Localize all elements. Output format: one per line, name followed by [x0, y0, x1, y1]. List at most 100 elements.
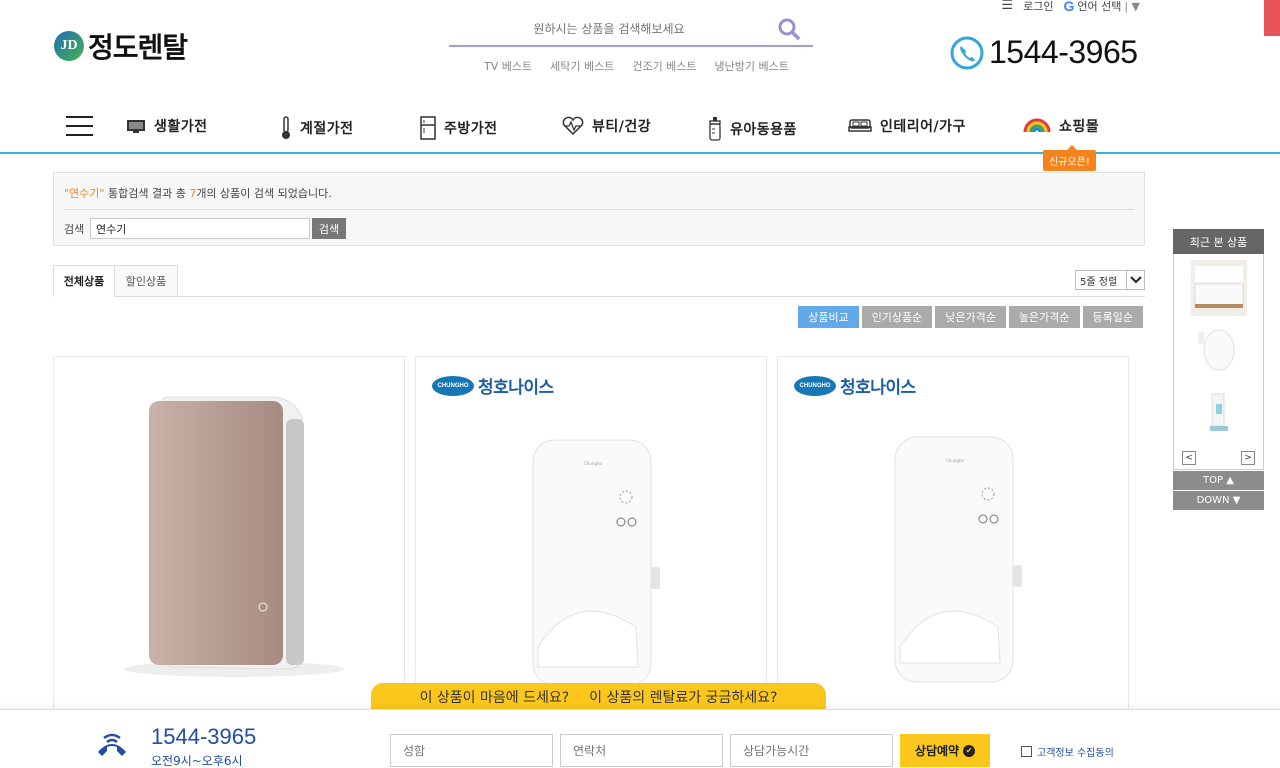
consult-toggle-tab[interactable]: 이 상품이 마음에 드세요? 이 상품의 렌탈료가 궁금하세요?: [371, 683, 826, 711]
sort-date-button[interactable]: 등록일순: [1082, 306, 1143, 328]
language-label: 언어 선택: [1077, 0, 1122, 13]
nav-item-living[interactable]: 생활가전: [126, 116, 208, 136]
tab-discount[interactable]: 할인상품: [114, 265, 178, 297]
sort-low-price-button[interactable]: 낮은가격순: [935, 306, 1006, 328]
compare-button[interactable]: 상품비교: [798, 306, 859, 328]
recent-thumb-purifier[interactable]: [1200, 390, 1240, 440]
product-tabs: 전체상품 할인상품 5줄 정렬: [53, 265, 1145, 297]
product-card[interactable]: CHUNGHO 청호나이스 Chungho: [777, 356, 1129, 716]
main-nav: 생활가전 계절가전 주방가전 뷰티/건강 유아동용품 인테리어/가구 쇼핑몰: [0, 106, 1280, 154]
quick-link[interactable]: 건조기 베스트: [632, 58, 696, 74]
chevron-down-icon: | ▼: [1124, 0, 1140, 13]
tv-icon: [127, 120, 145, 133]
logo-mark: JD: [54, 31, 84, 61]
menu-icon[interactable]: ☰: [1001, 0, 1013, 12]
nav-item-label: 쇼핑몰: [1059, 119, 1100, 135]
research-label: 검색: [64, 223, 85, 236]
bed-icon: [848, 119, 872, 132]
recent-next-button[interactable]: >: [1241, 451, 1255, 465]
available-time-field[interactable]: [730, 734, 893, 767]
product-card[interactable]: CHUNGHO 청호나이스 Chungho: [415, 356, 767, 716]
recent-thumb-bidet[interactable]: [1194, 324, 1244, 374]
recently-viewed-panel: 최근 본 상품 < > TOP ▲ DOWN ▼: [1173, 229, 1264, 510]
nav-item-label: 뷰티/건강: [592, 119, 652, 135]
site-logo[interactable]: JD 정도렌탈: [54, 26, 188, 66]
chevron-down-icon: [1126, 271, 1144, 289]
header-phone: 1544-3965: [949, 34, 1138, 71]
product-image[interactable]: Chungho: [778, 357, 1128, 697]
sort-high-price-button[interactable]: 높은가격순: [1008, 306, 1080, 328]
nav-item-label: 주방가전: [444, 121, 498, 137]
nav-item-label: 계절가전: [300, 121, 354, 137]
nav-item-seasonal[interactable]: 계절가전: [280, 116, 354, 140]
side-banner-strip[interactable]: [1264, 0, 1280, 36]
header-phone-number: 1544-3965: [989, 34, 1138, 70]
consult-submit-button[interactable]: 상담예약 ✔: [900, 734, 990, 767]
nav-item-shop[interactable]: 쇼핑몰: [1023, 116, 1099, 136]
nav-item-interior[interactable]: 인테리어/가구: [848, 116, 966, 136]
consult-question-2: 이 상품의 렌탈료가 궁금하세요?: [589, 690, 778, 706]
scroll-top-button[interactable]: TOP ▲: [1173, 470, 1264, 490]
hamburger-icon[interactable]: [66, 116, 93, 136]
nav-item-label: 생활가전: [154, 119, 208, 135]
telephone-icon: [98, 733, 126, 756]
quick-links: TV 베스트 세탁기 베스트 건조기 베스트 냉난방기 베스트: [484, 58, 789, 74]
consult-submit-label: 상담예약: [914, 744, 960, 758]
privacy-agree-label: 고객정보 수집동의: [1037, 748, 1114, 759]
consult-phone-number: 1544-3965: [151, 724, 257, 749]
divider: [64, 209, 1134, 210]
google-icon: G: [1063, 0, 1075, 14]
svg-text:Chungho: Chungho: [584, 461, 602, 466]
recently-viewed-title: 최근 본 상품: [1173, 229, 1264, 254]
recent-prev-button[interactable]: <: [1182, 451, 1196, 465]
fridge-icon: [420, 116, 436, 140]
phone-icon: [950, 36, 984, 69]
login-link[interactable]: 로그인: [1023, 0, 1053, 14]
quick-link[interactable]: 세탁기 베스트: [550, 58, 614, 74]
product-image[interactable]: [54, 357, 404, 697]
product-image[interactable]: Chungho: [416, 357, 766, 697]
rainbow-icon: [1023, 118, 1051, 133]
contact-field[interactable]: [560, 734, 723, 767]
row-layout-value: 5줄 정렬: [1080, 276, 1118, 288]
scroll-down-button[interactable]: DOWN ▼: [1173, 490, 1264, 510]
search-input[interactable]: [449, 14, 769, 44]
privacy-agree[interactable]: 고객정보 수집동의: [1021, 744, 1114, 759]
research-input[interactable]: [90, 218, 310, 239]
quick-link[interactable]: 냉난방기 베스트: [715, 58, 789, 74]
result-text: 통합검색 결과 총: [104, 187, 190, 200]
language-selector[interactable]: G 언어 선택 | ▼: [1063, 0, 1140, 14]
result-message: "연수기" 통합검색 결과 총 7개의 상품이 검색 되었습니다.: [64, 185, 332, 201]
nav-item-beauty[interactable]: 뷰티/건강: [562, 116, 651, 136]
sort-popular-button[interactable]: 인기상품순: [861, 306, 933, 328]
tab-all[interactable]: 전체상품: [53, 265, 115, 297]
consult-hours: 오전9시~오후6시: [151, 754, 243, 768]
name-field[interactable]: [390, 734, 553, 767]
quick-link[interactable]: TV 베스트: [484, 58, 532, 74]
search-bar: [449, 14, 813, 47]
recent-thumb-bed[interactable]: [1191, 260, 1247, 316]
search-result-box: "연수기" 통합검색 결과 총 7개의 상품이 검색 되었습니다. 검색 검색: [53, 172, 1145, 246]
svg-text:Chungho: Chungho: [946, 458, 964, 463]
consult-question-1: 이 상품이 마음에 드세요?: [419, 690, 570, 706]
check-circle-icon: ✔: [963, 744, 976, 757]
search-icon[interactable]: [777, 17, 801, 41]
heartbeat-icon: [562, 116, 584, 136]
sort-buttons: 상품비교 인기상품순 낮은가격순 높은가격순 등록일순: [798, 306, 1143, 328]
new-badge: 신규오픈!: [1043, 145, 1096, 171]
research-button[interactable]: 검색: [312, 218, 346, 239]
privacy-checkbox[interactable]: [1021, 746, 1032, 757]
nav-item-baby[interactable]: 유아동용품: [708, 116, 797, 142]
thermometer-icon: [282, 116, 290, 139]
baby-bottle-icon: [709, 117, 721, 141]
utility-bar: ☰ 로그인 G 언어 선택 | ▼: [1001, 0, 1140, 14]
nav-item-kitchen[interactable]: 주방가전: [420, 116, 498, 140]
nav-item-label: 유아동용품: [730, 122, 797, 138]
logo-text: 정도렌탈: [88, 31, 188, 64]
result-keyword: "연수기": [64, 187, 105, 200]
consult-bar: 1544-3965 오전9시~오후6시 상담예약 ✔ 고객정보 수집동의: [0, 709, 1280, 768]
product-card[interactable]: [53, 356, 405, 716]
nav-item-label: 인테리어/가구: [880, 119, 966, 135]
row-layout-select[interactable]: 5줄 정렬: [1075, 270, 1145, 290]
result-text: 개의 상품이 검색 되었습니다.: [196, 187, 332, 200]
